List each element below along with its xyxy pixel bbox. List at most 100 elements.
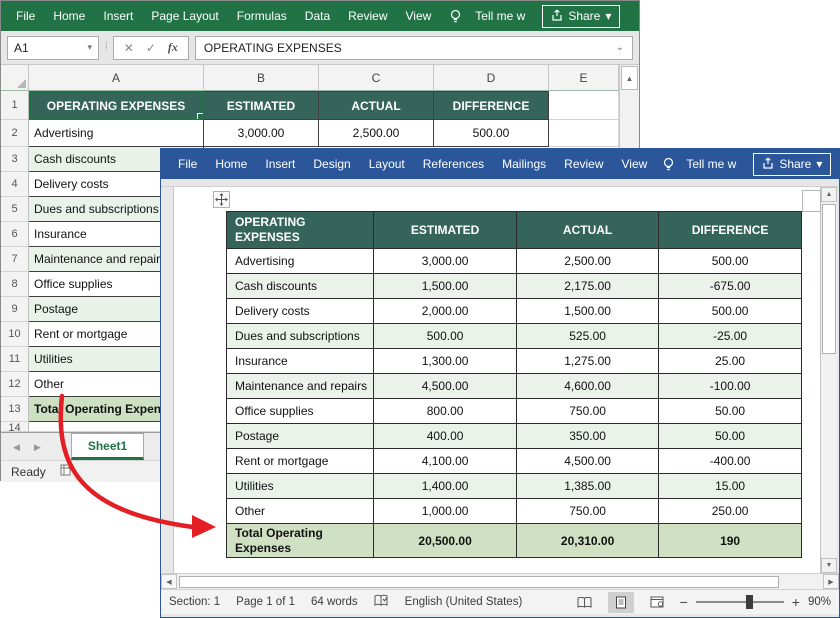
- column-header-a[interactable]: A: [29, 65, 204, 91]
- scroll-right-icon[interactable]: ▶: [823, 574, 839, 589]
- zoom-level[interactable]: 90%: [808, 596, 831, 608]
- table-cell-negative[interactable]: -100.00: [659, 374, 802, 399]
- excel-tell-me[interactable]: Tell me w: [466, 1, 534, 31]
- word-tab-insert[interactable]: Insert: [256, 149, 304, 179]
- table-cell[interactable]: 525.00: [517, 324, 659, 349]
- row-header[interactable]: 9: [1, 297, 29, 322]
- table-cell[interactable]: 500.00: [659, 299, 802, 324]
- excel-tab-data[interactable]: Data: [296, 1, 339, 31]
- table-cell[interactable]: 250.00: [659, 499, 802, 524]
- cell-a2[interactable]: Advertising: [29, 120, 204, 147]
- table-cell-negative[interactable]: -25.00: [659, 324, 802, 349]
- word-tab-file[interactable]: File: [169, 149, 206, 179]
- table-cell[interactable]: 750.00: [517, 499, 659, 524]
- sheet-tab-sheet1[interactable]: Sheet1: [71, 433, 144, 460]
- table-cell[interactable]: 500.00: [659, 249, 802, 274]
- excel-tab-home[interactable]: Home: [44, 1, 94, 31]
- column-header-b[interactable]: B: [204, 65, 319, 91]
- table-cell[interactable]: 4,600.00: [517, 374, 659, 399]
- table-cell[interactable]: Advertising: [227, 249, 374, 274]
- table-cell-total[interactable]: Total Operating Expenses: [227, 524, 374, 558]
- table-cell[interactable]: 350.00: [517, 424, 659, 449]
- status-language[interactable]: English (United States): [405, 596, 523, 608]
- row-header[interactable]: 12: [1, 372, 29, 397]
- formula-bar-expand-icon[interactable]: ⌄: [616, 42, 624, 53]
- word-tab-design[interactable]: Design: [304, 149, 359, 179]
- cell-d2[interactable]: 500.00: [434, 120, 549, 147]
- column-header-d[interactable]: D: [434, 65, 549, 91]
- excel-tab-formulas[interactable]: Formulas: [228, 1, 296, 31]
- table-cell[interactable]: 25.00: [659, 349, 802, 374]
- word-tab-mailings[interactable]: Mailings: [493, 149, 555, 179]
- scroll-up-icon[interactable]: ▲: [621, 66, 638, 90]
- status-page[interactable]: Page 1 of 1: [236, 596, 295, 608]
- table-cell[interactable]: Utilities: [227, 474, 374, 499]
- table-cell[interactable]: Insurance: [227, 349, 374, 374]
- table-cell[interactable]: 500.00: [374, 324, 517, 349]
- table-cell[interactable]: 1,500.00: [374, 274, 517, 299]
- cell-b2[interactable]: 3,000.00: [204, 120, 319, 147]
- row-header[interactable]: 10: [1, 322, 29, 347]
- table-cell[interactable]: 3,000.00: [374, 249, 517, 274]
- excel-tab-file[interactable]: File: [7, 1, 44, 31]
- table-cell-total[interactable]: 20,500.00: [374, 524, 517, 558]
- table-cell[interactable]: Rent or mortgage: [227, 449, 374, 474]
- read-mode-button[interactable]: [572, 592, 598, 613]
- excel-tab-insert[interactable]: Insert: [94, 1, 142, 31]
- word-tab-home[interactable]: Home: [206, 149, 256, 179]
- cell-e2[interactable]: [549, 120, 619, 147]
- row-header[interactable]: 7: [1, 247, 29, 272]
- table-cell[interactable]: Other: [227, 499, 374, 524]
- table-cell[interactable]: 4,500.00: [374, 374, 517, 399]
- table-cell[interactable]: 2,175.00: [517, 274, 659, 299]
- sheet-next-icon[interactable]: ▶: [34, 442, 41, 453]
- scroll-left-icon[interactable]: ◀: [161, 574, 177, 589]
- cell-d1[interactable]: DIFFERENCE: [434, 91, 549, 120]
- row-header[interactable]: 4: [1, 172, 29, 197]
- excel-tab-view[interactable]: View: [397, 1, 441, 31]
- table-cell[interactable]: 1,385.00: [517, 474, 659, 499]
- table-cell[interactable]: 400.00: [374, 424, 517, 449]
- table-cell[interactable]: 1,000.00: [374, 499, 517, 524]
- cell-e1[interactable]: [549, 91, 619, 120]
- table-cell[interactable]: 50.00: [659, 424, 802, 449]
- cell-c1[interactable]: ACTUAL: [319, 91, 434, 120]
- scrollbar-thumb[interactable]: [179, 576, 779, 588]
- table-cell[interactable]: Office supplies: [227, 399, 374, 424]
- name-box[interactable]: A1 ▾: [7, 36, 99, 60]
- scroll-down-icon[interactable]: ▼: [821, 558, 837, 573]
- row-header[interactable]: 13: [1, 397, 29, 422]
- word-tab-view[interactable]: View: [613, 149, 657, 179]
- table-cell[interactable]: 2,000.00: [374, 299, 517, 324]
- table-cell[interactable]: Cash discounts: [227, 274, 374, 299]
- row-header[interactable]: 6: [1, 222, 29, 247]
- row-header[interactable]: 14: [1, 422, 29, 432]
- cell-b1[interactable]: ESTIMATED: [204, 91, 319, 120]
- header-estimated[interactable]: ESTIMATED: [374, 212, 517, 249]
- table-cell[interactable]: 4,500.00: [517, 449, 659, 474]
- proofing-icon[interactable]: [374, 594, 389, 610]
- row-header[interactable]: 8: [1, 272, 29, 297]
- status-section[interactable]: Section: 1: [169, 596, 220, 608]
- web-layout-button[interactable]: [644, 592, 670, 613]
- cancel-icon[interactable]: ✕: [124, 41, 134, 55]
- table-cell[interactable]: 2,500.00: [517, 249, 659, 274]
- zoom-out-icon[interactable]: −: [680, 594, 688, 610]
- column-header-c[interactable]: C: [319, 65, 434, 91]
- table-cell-total[interactable]: 20,310.00: [517, 524, 659, 558]
- table-cell[interactable]: 1,300.00: [374, 349, 517, 374]
- print-layout-button[interactable]: [608, 592, 634, 613]
- macro-record-icon[interactable]: [60, 464, 73, 479]
- word-share-button[interactable]: Share ▾: [753, 153, 831, 176]
- excel-tab-review[interactable]: Review: [339, 1, 396, 31]
- formula-bar-input[interactable]: OPERATING EXPENSES ⌄: [195, 36, 633, 60]
- word-tell-me[interactable]: Tell me w: [677, 149, 745, 179]
- table-cell[interactable]: 1,400.00: [374, 474, 517, 499]
- row-header[interactable]: 3: [1, 147, 29, 172]
- word-horizontal-scrollbar[interactable]: ◀ ▶: [161, 573, 839, 589]
- document-page[interactable]: OPERATING EXPENSES ESTIMATED ACTUAL DIFF…: [173, 187, 821, 573]
- insert-function-icon[interactable]: fx: [168, 40, 178, 55]
- excel-share-button[interactable]: Share ▾: [542, 5, 620, 28]
- excel-tab-page-layout[interactable]: Page Layout: [142, 1, 227, 31]
- table-cell-negative[interactable]: -675.00: [659, 274, 802, 299]
